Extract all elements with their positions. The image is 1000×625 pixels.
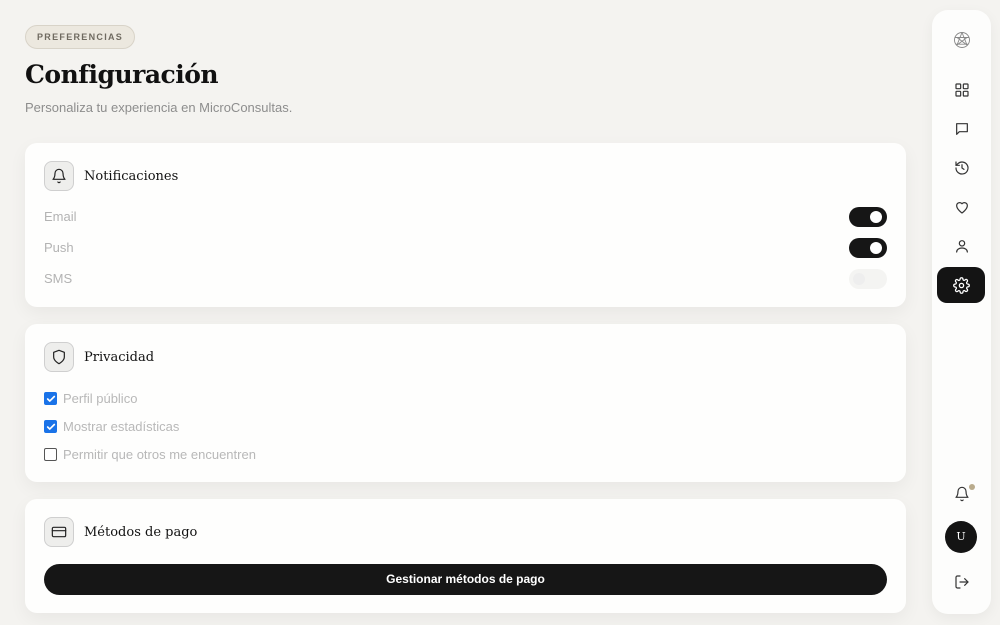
toggle-knob <box>870 242 882 254</box>
payment-header: Métodos de pago <box>44 517 197 547</box>
discoverable-checkbox[interactable] <box>44 448 57 461</box>
notifications-title: Notificaciones <box>84 168 179 184</box>
show-stats-checkbox[interactable] <box>44 420 57 433</box>
notifications-header: Notificaciones <box>44 161 178 191</box>
discoverable-label: Permitir que otros me encuentren <box>63 447 256 462</box>
page-title: Configuración <box>25 60 219 89</box>
push-label: Push <box>44 240 74 255</box>
privacy-card: Privacidad Perfil público Mostrar estadí… <box>25 324 906 482</box>
main-content: PREFERENCIAS Configuración Personaliza t… <box>25 0 906 625</box>
discoverable-row[interactable]: Permitir que otros me encuentren <box>44 447 256 462</box>
bell-icon <box>44 161 74 191</box>
page-subtitle: Personaliza tu experiencia en MicroConsu… <box>25 100 293 115</box>
manage-payment-button[interactable]: Gestionar métodos de pago <box>44 564 887 595</box>
user-icon[interactable] <box>944 228 979 263</box>
section-badge: PREFERENCIAS <box>25 25 136 49</box>
heart-icon[interactable] <box>944 189 979 224</box>
grid-icon[interactable] <box>944 72 979 107</box>
avatar[interactable]: U <box>945 521 977 553</box>
toggle-knob <box>870 211 882 223</box>
sms-toggle[interactable] <box>849 269 887 289</box>
credit-card-icon <box>44 517 74 547</box>
email-label: Email <box>44 209 77 224</box>
privacy-title: Privacidad <box>84 349 155 365</box>
sms-label: SMS <box>44 271 73 286</box>
show-stats-label: Mostrar estadísticas <box>63 419 180 434</box>
public-profile-checkbox[interactable] <box>44 392 57 405</box>
privacy-header: Privacidad <box>44 342 154 372</box>
gear-icon[interactable] <box>937 267 985 303</box>
email-toggle[interactable] <box>849 207 887 227</box>
shield-icon <box>44 342 74 372</box>
bell-icon[interactable] <box>944 476 979 511</box>
logout-icon[interactable] <box>944 564 979 599</box>
public-profile-row[interactable]: Perfil público <box>44 391 137 406</box>
public-profile-label: Perfil público <box>63 391 138 406</box>
logo-icon[interactable] <box>944 22 979 57</box>
show-stats-row[interactable]: Mostrar estadísticas <box>44 419 179 434</box>
push-toggle[interactable] <box>849 238 887 258</box>
payment-card: Métodos de pago Gestionar métodos de pag… <box>25 499 906 613</box>
history-icon[interactable] <box>944 150 979 185</box>
sidebar: U <box>932 10 991 614</box>
toggle-knob <box>853 273 865 285</box>
notification-dot <box>969 484 975 490</box>
chat-icon[interactable] <box>944 111 979 146</box>
payment-title: Métodos de pago <box>84 524 198 540</box>
notifications-card: Notificaciones Email Push SMS <box>25 143 906 307</box>
